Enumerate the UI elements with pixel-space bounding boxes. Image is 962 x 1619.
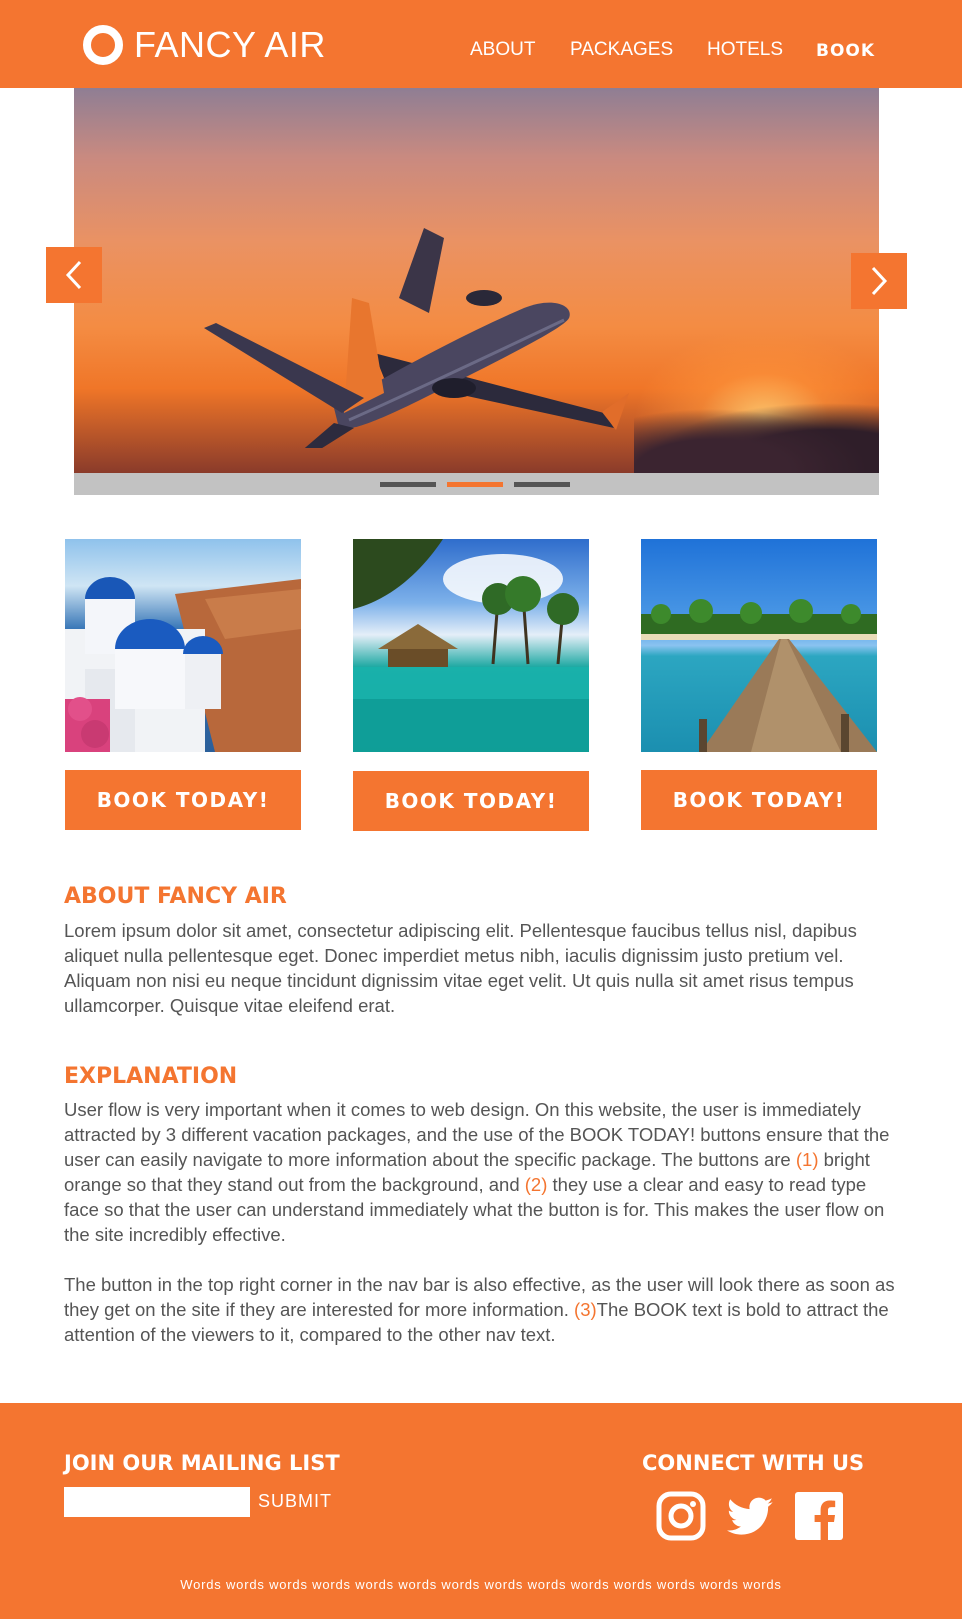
chevron-right-icon	[871, 266, 888, 296]
chevron-left-icon	[65, 260, 82, 290]
footer-tagline: Words words words words words words word…	[180, 1577, 782, 1592]
connect-heading: CONNECT WITH US	[642, 1451, 865, 1475]
airplane-illustration	[204, 228, 629, 448]
santorini-scene	[65, 577, 301, 752]
explanation-paragraph-1: User flow is very important when it come…	[64, 1097, 904, 1247]
book-today-button-3[interactable]: BOOK TODAY!	[641, 770, 877, 830]
carousel-dot-2[interactable]	[447, 482, 503, 487]
about-paragraph: Lorem ipsum dolor sit amet, consectetur …	[64, 920, 857, 1016]
explanation-heading: EXPLANATION	[64, 1064, 238, 1089]
book-today-button-1[interactable]: BOOK TODAY!	[65, 770, 301, 830]
mailing-list-heading: JOIN OUR MAILING LIST	[64, 1451, 340, 1475]
explanation-paragraph-2: The button in the top right corner in th…	[64, 1272, 904, 1347]
nav-link-hotels[interactable]: HOTELS	[707, 39, 783, 61]
carousel-next-button[interactable]	[851, 253, 907, 309]
highlight-marker-3: (3)	[574, 1299, 597, 1320]
carousel-dot-3[interactable]	[514, 482, 570, 487]
carousel-dot-1[interactable]	[380, 482, 436, 487]
brand-name[interactable]: FANCY AIR	[134, 24, 326, 66]
hero-slide-image	[74, 88, 879, 473]
clouds	[634, 398, 879, 473]
twitter-icon[interactable]	[726, 1491, 776, 1541]
highlight-marker-2: (2)	[524, 1174, 548, 1195]
package-image-santorini[interactable]	[65, 539, 301, 752]
nav-link-packages[interactable]: PACKAGES	[570, 39, 673, 61]
package-image-pier[interactable]	[641, 539, 877, 752]
carousel-indicator-bar	[74, 473, 879, 495]
about-heading: ABOUT FANCY AIR	[64, 884, 287, 909]
book-today-button-2[interactable]: BOOK TODAY!	[353, 771, 589, 831]
carousel-prev-button[interactable]	[46, 247, 102, 303]
footer: JOIN OUR MAILING LIST SUBMIT CONNECT WIT…	[0, 1403, 962, 1619]
nav-link-book[interactable]: BOOK	[816, 41, 875, 61]
highlight-marker-1: (1)	[795, 1149, 819, 1170]
submit-button[interactable]: SUBMIT	[258, 1491, 332, 1512]
instagram-icon[interactable]	[656, 1491, 706, 1541]
email-field[interactable]	[64, 1487, 250, 1517]
tropical-pool-scene	[353, 539, 589, 752]
nav-link-about[interactable]: ABOUT	[470, 39, 535, 61]
pier-scene	[641, 599, 877, 752]
explanation-text: User flow is very important when it come…	[64, 1099, 890, 1170]
facebook-icon[interactable]	[794, 1491, 844, 1541]
logo-ring-icon[interactable]	[83, 25, 123, 65]
package-image-tropical-pool[interactable]	[353, 539, 589, 752]
top-nav-bar: FANCY AIR ABOUT PACKAGES HOTELS BOOK	[0, 0, 962, 88]
